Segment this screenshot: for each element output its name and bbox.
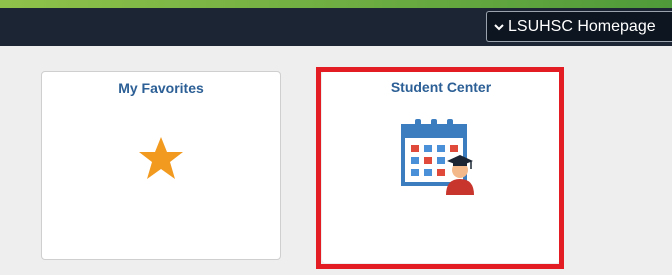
header-bar: LSUHSC Homepage [0,8,672,46]
homepage-selector-label: LSUHSC Homepage [508,17,656,35]
tile-student-center[interactable]: Student Center [322,71,560,263]
star-icon [138,136,184,185]
homepage-content: My Favorites Student Center [0,46,672,275]
top-accent-strip [0,0,672,8]
tile-my-favorites[interactable]: My Favorites [41,71,281,260]
tile-title-student-center: Student Center [390,79,492,95]
homepage-selector-button[interactable]: LSUHSC Homepage [486,11,672,42]
tile-title-my-favorites: My Favorites [118,80,204,96]
student-calendar-icon [400,118,482,201]
chevron-down-icon [493,22,505,32]
